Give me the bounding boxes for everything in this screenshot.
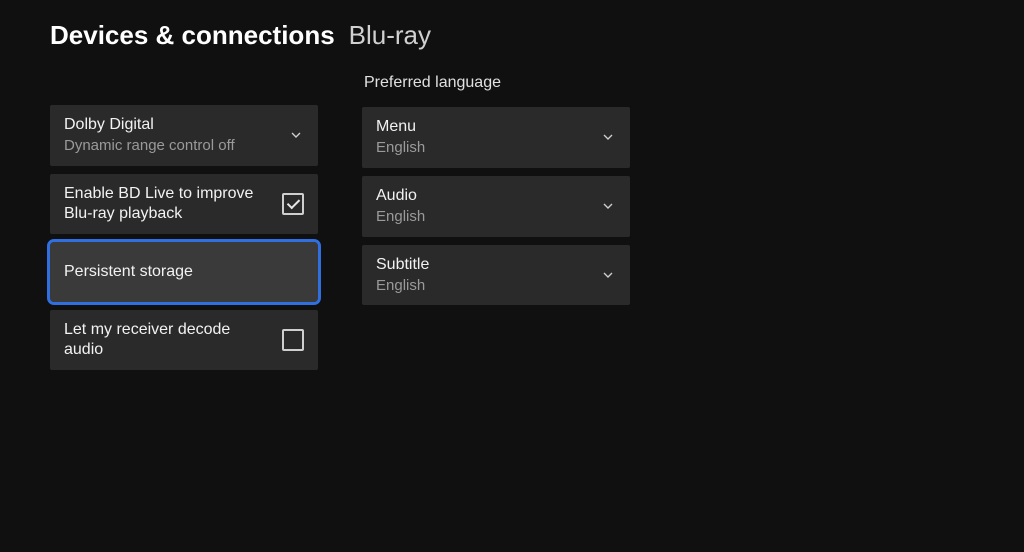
checkbox-checked-icon — [282, 193, 304, 215]
bd-live-toggle[interactable]: Enable BD Live to improve Blu-ray playba… — [50, 174, 318, 234]
subtitle-label: Subtitle — [376, 255, 590, 275]
dolby-digital-dropdown[interactable]: Dolby Digital Dynamic range control off — [50, 105, 318, 166]
menu-label: Menu — [376, 117, 590, 137]
receiver-label: Let my receiver decode audio — [64, 320, 272, 360]
audio-label: Audio — [376, 186, 590, 206]
menu-language-dropdown[interactable]: Menu English — [362, 107, 630, 168]
page-header: Devices & connections Blu-ray — [50, 20, 974, 51]
receiver-decode-toggle[interactable]: Let my receiver decode audio — [50, 310, 318, 370]
left-column: Dolby Digital Dynamic range control off … — [50, 105, 318, 370]
preferred-language-label: Preferred language — [362, 69, 630, 97]
subtitle-value: English — [376, 277, 590, 296]
dolby-label: Dolby Digital — [64, 115, 278, 135]
breadcrumb: Devices & connections — [50, 20, 335, 51]
audio-language-dropdown[interactable]: Audio English — [362, 176, 630, 237]
audio-value: English — [376, 208, 590, 227]
settings-page: Devices & connections Blu-ray Dolby Digi… — [0, 0, 1024, 390]
persistent-storage-button[interactable]: Persistent storage — [50, 242, 318, 302]
settings-columns: Dolby Digital Dynamic range control off … — [50, 105, 974, 370]
menu-value: English — [376, 139, 590, 158]
chevron-down-icon — [600, 129, 616, 145]
bd-live-label: Enable BD Live to improve Blu-ray playba… — [64, 184, 272, 224]
chevron-down-icon — [288, 127, 304, 143]
checkbox-unchecked-icon — [282, 329, 304, 351]
right-column: Preferred language Menu English Audio En… — [362, 69, 630, 305]
chevron-down-icon — [600, 267, 616, 283]
chevron-down-icon — [600, 198, 616, 214]
subtitle-language-dropdown[interactable]: Subtitle English — [362, 245, 630, 306]
persistent-storage-label: Persistent storage — [64, 262, 304, 282]
page-title: Blu-ray — [349, 20, 431, 51]
dolby-value: Dynamic range control off — [64, 137, 278, 156]
